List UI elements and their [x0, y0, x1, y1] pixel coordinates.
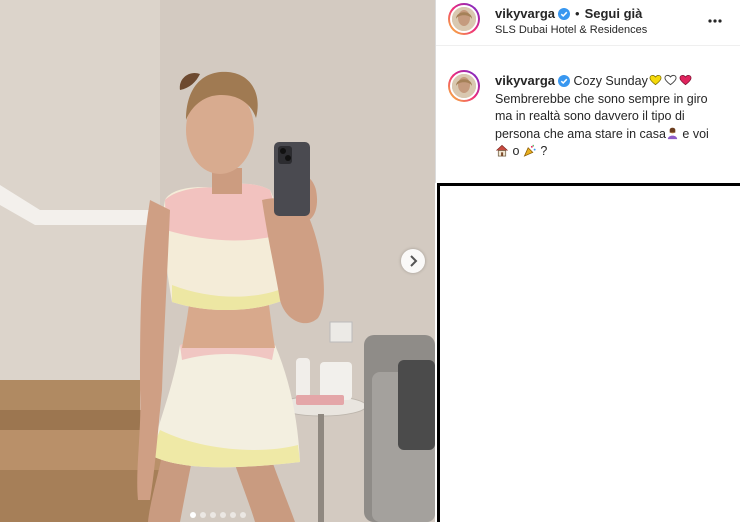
- house-icon: [496, 144, 508, 157]
- post-side-panel: vikyvarga • Segui già SLS Dubai Hotel & Re…: [435, 0, 740, 239]
- location-link[interactable]: SLS Dubai Hotel & Residences: [495, 24, 647, 36]
- carousel-dot: [189, 512, 196, 518]
- yellow-heart-icon: [649, 74, 662, 86]
- caption-line-5-mid: o: [509, 144, 523, 158]
- carousel-dot: [199, 512, 206, 518]
- carousel-dot: [209, 512, 216, 518]
- verified-icon: [558, 75, 570, 87]
- carousel-dot: [239, 512, 246, 518]
- post-image: [0, 0, 435, 522]
- white-heart-icon: [664, 74, 677, 86]
- more-icon: [708, 19, 722, 23]
- header-username[interactable]: vikyvarga: [495, 6, 555, 21]
- party-popper-icon: [523, 144, 536, 157]
- person-icon: [667, 127, 678, 139]
- caption-text: vikyvarga Cozy Sunday Sembrerebbe che so…: [495, 72, 725, 161]
- caption-line-5-end: ?: [536, 144, 548, 158]
- caption-line-2: Sembrerebbe che sono sempre in giro: [495, 91, 708, 106]
- following-button[interactable]: Segui già: [585, 6, 643, 21]
- red-heart-icon: [679, 74, 692, 86]
- avatar-image: [452, 7, 476, 31]
- carousel-indicator: [0, 512, 435, 518]
- caption-line-1: Cozy Sunday: [570, 74, 648, 88]
- carousel-dot: [229, 512, 236, 518]
- carousel-next-button[interactable]: [401, 249, 425, 273]
- caption-username[interactable]: vikyvarga: [495, 73, 555, 88]
- post-header: vikyvarga • Segui già SLS Dubai Hotel & Re…: [436, 0, 740, 46]
- more-options-button[interactable]: [708, 10, 722, 28]
- caption-avatar[interactable]: [448, 70, 480, 102]
- caption-line-4-end: e voi: [678, 126, 709, 141]
- carousel-dot: [219, 512, 226, 518]
- verified-icon: [558, 8, 570, 20]
- caption-line-3: ma in realtà sono davvero il tipo di: [495, 109, 685, 123]
- empty-comments-area: [437, 183, 740, 522]
- header-separator: •: [575, 6, 580, 21]
- post-photo[interactable]: [0, 0, 435, 522]
- caption-line-4: persona che ama stare in casa: [495, 126, 666, 141]
- avatar-image: [452, 74, 476, 98]
- chevron-right-icon: [410, 255, 418, 267]
- avatar[interactable]: [448, 3, 480, 35]
